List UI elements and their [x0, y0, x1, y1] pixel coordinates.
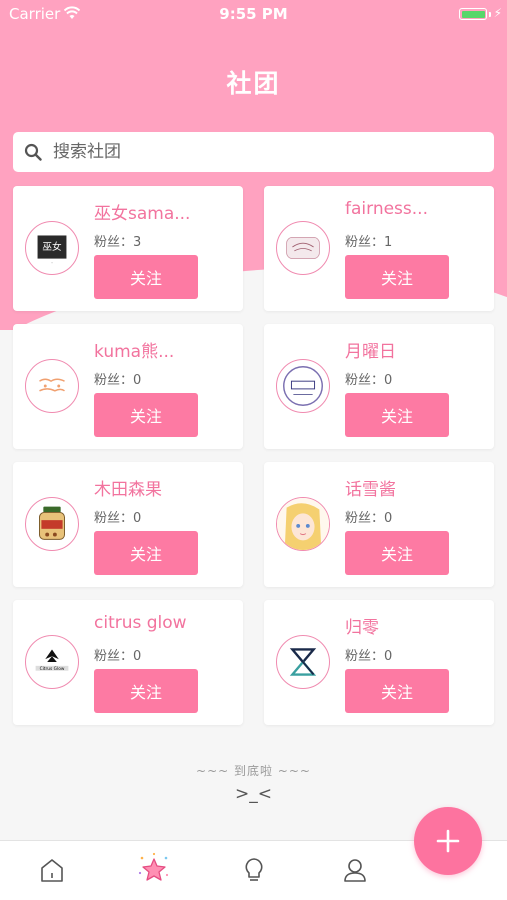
club-card[interactable]: Citrus Glow citrus glow 粉丝：0 关注: [13, 600, 243, 725]
club-avatar-witch: 巫女 ·: [25, 221, 79, 275]
club-name: fairness...: [345, 199, 428, 219]
club-name: 归零: [345, 618, 379, 638]
plus-icon: [436, 829, 460, 853]
club-fans: 粉丝：0: [345, 649, 393, 664]
club-card[interactable]: 月曜日 粉丝：0 关注: [264, 324, 494, 449]
follow-button[interactable]: 关注: [94, 669, 198, 713]
tab-profile[interactable]: [340, 855, 370, 885]
follow-button[interactable]: 关注: [94, 531, 198, 575]
page-title: 社团: [226, 69, 281, 98]
club-avatar-monday: [276, 359, 330, 413]
club-card[interactable]: 木田森果 粉丝：0 关注: [13, 462, 243, 587]
follow-button[interactable]: 关注: [94, 255, 198, 299]
star-icon: [138, 852, 169, 881]
status-bar: Carrier 9:55 PM ⚡: [0, 0, 507, 28]
club-card[interactable]: kuma熊... 粉丝：0 关注: [13, 324, 243, 449]
lightbulb-icon: [245, 858, 263, 881]
club-avatar-anime-girl: [276, 497, 330, 551]
svg-text:巫女: 巫女: [42, 241, 62, 253]
club-fans: 粉丝：0: [345, 511, 393, 526]
club-card[interactable]: 话雪酱 粉丝：0 关注: [264, 462, 494, 587]
search-input[interactable]: [53, 132, 473, 172]
club-avatar-citrus-glow: Citrus Glow: [25, 635, 79, 689]
status-time: 9:55 PM: [219, 5, 288, 23]
club-fans: 粉丝：3: [94, 235, 142, 250]
club-avatar-jar: [25, 497, 79, 551]
club-card[interactable]: 归零 粉丝：0 关注: [264, 600, 494, 725]
create-club-button[interactable]: [414, 807, 482, 875]
tab-ideas[interactable]: [239, 855, 269, 885]
club-fans: 粉丝：0: [94, 649, 142, 664]
club-fans: 粉丝：0: [94, 511, 142, 526]
follow-button[interactable]: 关注: [345, 669, 449, 713]
battery-icon: [459, 8, 487, 20]
club-name: kuma熊...: [94, 342, 175, 362]
charging-icon: ⚡: [493, 6, 502, 20]
club-name: 月曜日: [345, 342, 396, 362]
svg-text:·: ·: [51, 261, 53, 266]
tab-home[interactable]: [37, 855, 67, 885]
club-card[interactable]: 巫女 · 巫女sama... 粉丝：3 关注: [13, 186, 243, 311]
club-name: 巫女sama...: [94, 204, 191, 224]
tab-clubs[interactable]: [136, 851, 172, 887]
battery-tip: [489, 12, 491, 17]
follow-button[interactable]: 关注: [345, 255, 449, 299]
club-name: citrus glow: [94, 613, 187, 633]
home-icon: [41, 859, 63, 882]
club-name: 话雪酱: [345, 480, 396, 500]
end-of-list-text: ~~~ 到底啦 ~~~: [196, 764, 311, 778]
search-bar[interactable]: [13, 132, 494, 172]
svg-text:Citrus Glow: Citrus Glow: [40, 666, 65, 672]
follow-button[interactable]: 关注: [345, 531, 449, 575]
club-avatar-hourglass: [276, 635, 330, 689]
club-card[interactable]: fairness... 粉丝：1 关注: [264, 186, 494, 311]
follow-button[interactable]: 关注: [94, 393, 198, 437]
club-fans: 粉丝：1: [345, 235, 393, 250]
club-name: 木田森果: [94, 480, 162, 500]
user-icon: [344, 859, 366, 882]
club-avatar-kuma: [25, 359, 79, 413]
club-fans: 粉丝：0: [345, 373, 393, 388]
follow-button[interactable]: 关注: [345, 393, 449, 437]
search-icon: [24, 143, 42, 161]
club-fans: 粉丝：0: [94, 373, 142, 388]
end-of-list-face: >_<: [235, 784, 272, 804]
club-avatar-fairness: [276, 221, 330, 275]
